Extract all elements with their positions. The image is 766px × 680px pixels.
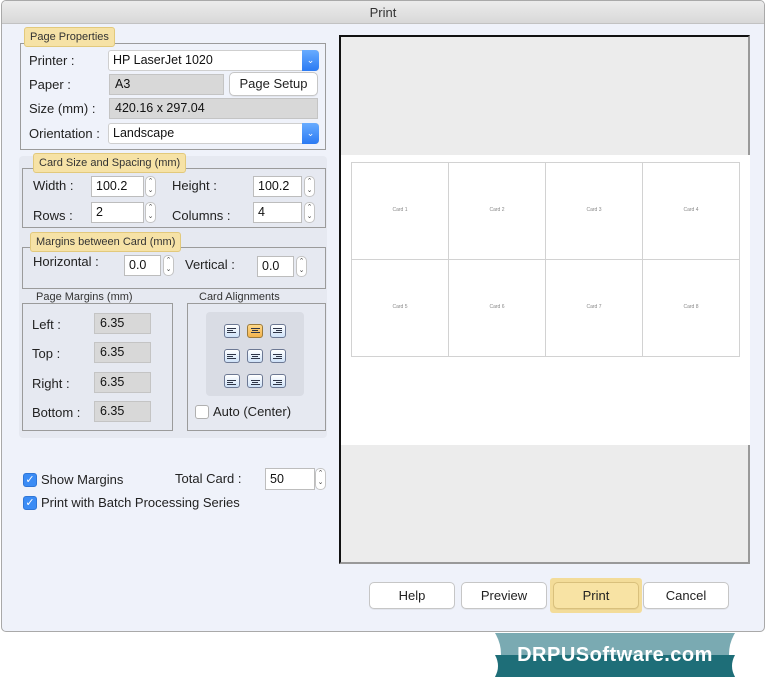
bottom-margin-field: 6.35 — [94, 401, 151, 422]
auto-center-label: Auto (Center) — [213, 404, 292, 419]
left-margin-label: Left : — [32, 317, 61, 332]
orientation-value: Landscape — [113, 126, 175, 140]
preview-card: Card 3 — [545, 162, 643, 260]
card-alignments-legend: Card Alignments — [195, 291, 284, 303]
bottom-margin-label: Bottom : — [32, 405, 81, 420]
total-card-input[interactable]: 50 — [265, 468, 315, 490]
page-setup-button[interactable]: Page Setup — [229, 72, 318, 96]
align-middle-right-button[interactable] — [270, 349, 286, 363]
show-margins-checkbox[interactable]: ✓ — [23, 473, 37, 487]
margins-between-legend: Margins between Card (mm) — [30, 232, 182, 252]
preview-card: Card 6 — [448, 259, 546, 357]
right-margin-label: Right : — [32, 376, 70, 391]
total-card-stepper[interactable]: ⌃ ⌄ — [315, 468, 326, 490]
left-margin-field: 6.35 — [94, 313, 151, 334]
preview-card: Card 8 — [642, 259, 740, 357]
printer-value: HP LaserJet 1020 — [113, 53, 213, 67]
orientation-label: Orientation : — [29, 126, 100, 141]
help-button[interactable]: Help — [369, 582, 455, 609]
align-middle-center-button[interactable] — [247, 349, 263, 363]
printer-label: Printer : — [29, 53, 75, 68]
align-top-center-button[interactable] — [247, 324, 263, 338]
width-label: Width : — [33, 178, 74, 193]
top-margin-label: Top : — [32, 346, 61, 361]
brand-text: DRPUSoftware.com — [517, 644, 713, 666]
size-field: 420.16 x 297.04 — [109, 98, 318, 119]
preview-card: Card 1 — [351, 162, 449, 260]
card-size-legend: Card Size and Spacing (mm) — [33, 153, 187, 173]
rows-stepper[interactable]: ⌃ ⌄ — [145, 202, 156, 223]
preview-card: Card 7 — [545, 259, 643, 357]
orientation-select[interactable]: Landscape ⌄ — [108, 123, 319, 144]
cancel-button[interactable]: Cancel — [643, 582, 729, 609]
align-bottom-left-button[interactable] — [224, 374, 240, 388]
align-top-right-button[interactable] — [270, 324, 286, 338]
size-label: Size (mm) : — [29, 101, 96, 116]
alignment-grid — [206, 312, 304, 396]
horizontal-label: Horizontal : — [33, 254, 99, 269]
paper-label: Paper : — [29, 77, 71, 92]
rows-label: Rows : — [33, 208, 73, 223]
batch-processing-checkbox[interactable]: ✓ — [23, 496, 37, 510]
vertical-input[interactable]: 0.0 — [257, 256, 294, 277]
print-dialog: Print Page Properties Printer : HP Laser… — [1, 0, 765, 632]
brand-banner: DRPUSoftware.com — [495, 633, 735, 677]
top-margin-field: 6.35 — [94, 342, 151, 363]
vertical-stepper[interactable]: ⌃ ⌄ — [296, 256, 307, 277]
chevron-down-icon[interactable]: ⌄ — [302, 123, 319, 144]
batch-processing-label: Print with Batch Processing Series — [41, 495, 240, 510]
page-properties-legend: Page Properties — [24, 27, 115, 47]
height-label: Height : — [172, 178, 217, 193]
columns-input[interactable]: 4 — [253, 202, 302, 223]
horizontal-stepper[interactable]: ⌃ ⌄ — [163, 255, 174, 276]
horizontal-input[interactable]: 0.0 — [124, 255, 161, 276]
columns-label: Columns : — [172, 208, 231, 223]
print-preview: Card 1 Card 2 Card 3 Card 4 Card 5 Card 6 Card… — [339, 35, 750, 564]
vertical-label: Vertical : — [185, 257, 235, 272]
print-button[interactable]: Print — [553, 582, 639, 609]
rows-input[interactable]: 2 — [91, 202, 144, 223]
printer-select[interactable]: HP LaserJet 1020 ⌄ — [108, 50, 319, 71]
preview-card: Card 4 — [642, 162, 740, 260]
preview-page: Card 1 Card 2 Card 3 Card 4 Card 5 Card 6 Card… — [341, 155, 750, 445]
align-bottom-center-button[interactable] — [247, 374, 263, 388]
preview-button[interactable]: Preview — [461, 582, 547, 609]
show-margins-label: Show Margins — [41, 472, 124, 487]
align-top-left-button[interactable] — [224, 324, 240, 338]
columns-stepper[interactable]: ⌃ ⌄ — [304, 202, 315, 223]
width-input[interactable]: 100.2 — [91, 176, 144, 197]
window-title: Print — [2, 1, 764, 24]
paper-field: A3 — [109, 74, 224, 95]
right-margin-field: 6.35 — [94, 372, 151, 393]
align-bottom-right-button[interactable] — [270, 374, 286, 388]
width-stepper[interactable]: ⌃ ⌄ — [145, 176, 156, 197]
height-stepper[interactable]: ⌃ ⌄ — [304, 176, 315, 197]
total-card-label: Total Card : — [175, 471, 242, 486]
chevron-down-icon[interactable]: ⌄ — [302, 50, 319, 71]
height-input[interactable]: 100.2 — [253, 176, 302, 197]
auto-center-checkbox[interactable] — [195, 405, 209, 419]
page-margins-legend: Page Margins (mm) — [32, 291, 137, 303]
preview-card: Card 5 — [351, 259, 449, 357]
align-middle-left-button[interactable] — [224, 349, 240, 363]
preview-card: Card 2 — [448, 162, 546, 260]
